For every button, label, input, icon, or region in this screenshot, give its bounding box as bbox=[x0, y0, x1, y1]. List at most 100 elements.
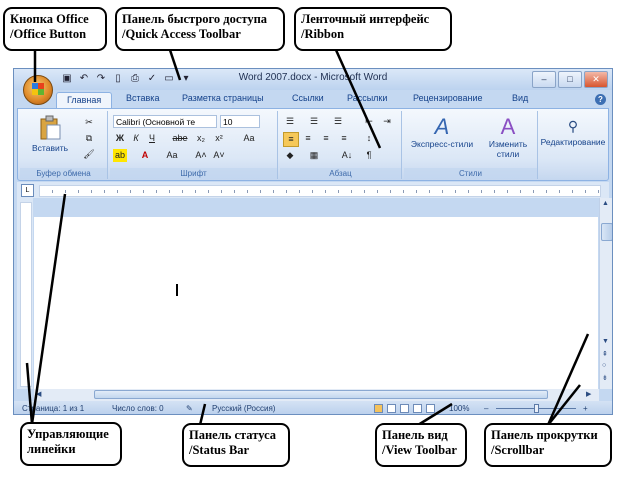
grow-font-button[interactable]: A˄ bbox=[194, 149, 208, 162]
callout-status-bar-line-1: Панель статуса bbox=[189, 428, 277, 442]
ribbon: Вставить ✂ ⧉ 🖌 Буфер обмена Calibri (Осн… bbox=[17, 108, 609, 181]
window-title: Word 2007.docx - Microsoft Word bbox=[238, 72, 388, 83]
change-styles-label-1: Изменить bbox=[488, 139, 528, 149]
italic-button[interactable]: К bbox=[129, 132, 143, 145]
tab-page-layout[interactable]: Разметка страницы bbox=[182, 93, 264, 103]
binoculars-icon: ⚲ bbox=[567, 118, 579, 134]
vertical-ruler-scale[interactable] bbox=[20, 202, 32, 387]
styles-group: A Экспресс-стили A Изменить стили Стили bbox=[404, 111, 538, 179]
cut-icon[interactable]: ✂ bbox=[82, 116, 96, 129]
clear-format-button[interactable]: Aa bbox=[242, 132, 256, 145]
scroll-down-icon[interactable]: ▼ bbox=[602, 338, 609, 345]
zoom-level[interactable]: 100% bbox=[449, 404, 469, 413]
next-page-icon[interactable]: ⇟ bbox=[602, 374, 608, 382]
tab-view[interactable]: Вид bbox=[512, 93, 528, 103]
office-logo-icon bbox=[32, 83, 44, 95]
maximize-button[interactable]: □ bbox=[558, 71, 582, 88]
font-color-icon[interactable]: A bbox=[138, 149, 152, 162]
change-styles-icon: A bbox=[500, 114, 516, 139]
multilevel-list-icon[interactable]: ☰ bbox=[331, 115, 345, 128]
browse-object-icon[interactable]: ○ bbox=[602, 362, 606, 369]
callout-quick-access: Панель быстрого доступа /Quick Access To… bbox=[115, 7, 285, 51]
decrease-indent-icon[interactable]: ⇤ bbox=[362, 115, 376, 128]
borders-icon[interactable]: ▦ bbox=[307, 149, 321, 162]
change-case-button[interactable]: Aa bbox=[165, 149, 179, 162]
word-count[interactable]: Число слов: 0 bbox=[112, 404, 164, 413]
print-layout-view-icon[interactable] bbox=[374, 404, 383, 413]
align-right-icon[interactable]: ≡ bbox=[319, 132, 333, 145]
shrink-font-button[interactable]: A˅ bbox=[212, 149, 226, 162]
callout-ribbon-line-2: /Ribbon bbox=[301, 27, 345, 41]
callout-scrollbar-line-2: /Scrollbar bbox=[491, 443, 545, 457]
sort-button[interactable]: A↓ bbox=[340, 149, 354, 162]
increase-indent-icon[interactable]: ⇥ bbox=[380, 115, 394, 128]
callout-view-toolbar: Панель вид /View Toolbar bbox=[375, 423, 467, 467]
subscript-button[interactable]: x₂ bbox=[194, 132, 208, 145]
bold-button[interactable]: Ж bbox=[113, 132, 127, 145]
horizontal-scroll-thumb[interactable] bbox=[94, 390, 548, 399]
callout-scrollbar-line-1: Панель прокрутки bbox=[491, 428, 598, 442]
scroll-right-icon[interactable]: ▶ bbox=[586, 390, 591, 398]
tab-selector[interactable]: L bbox=[21, 184, 34, 197]
draft-view-icon[interactable] bbox=[426, 404, 435, 413]
superscript-button[interactable]: x² bbox=[212, 132, 226, 145]
paragraph-group-label: Абзац bbox=[280, 168, 401, 179]
bullets-icon[interactable]: ☰ bbox=[283, 115, 297, 128]
align-left-icon[interactable]: ≡ bbox=[283, 132, 299, 147]
document-page[interactable] bbox=[34, 217, 598, 389]
callout-rulers-line-2: линейки bbox=[27, 442, 76, 456]
tab-insert[interactable]: Вставка bbox=[126, 93, 159, 103]
format-painter-icon[interactable]: 🖌 bbox=[82, 148, 96, 161]
font-name-select[interactable]: Calibri (Основной те bbox=[113, 115, 217, 128]
web-layout-view-icon[interactable] bbox=[400, 404, 409, 413]
numbering-icon[interactable]: ☰ bbox=[307, 115, 321, 128]
editing-label: Редактирование bbox=[540, 137, 606, 147]
align-center-icon[interactable]: ≡ bbox=[301, 132, 315, 145]
page-count[interactable]: Страница: 1 из 1 bbox=[22, 404, 84, 413]
text-cursor bbox=[176, 284, 178, 296]
help-icon[interactable]: ? bbox=[595, 94, 606, 105]
underline-button[interactable]: Ч bbox=[145, 132, 159, 145]
vertical-ruler[interactable] bbox=[17, 198, 33, 389]
paragraph-group: ☰ ☰ ☰ ⇤ ⇥ ≡ ≡ ≡ ≡ ↕ ◆ ▦ A↓ ¶ Абзац bbox=[280, 111, 402, 179]
line-spacing-icon[interactable]: ↕ bbox=[362, 132, 376, 145]
editing-button[interactable]: ⚲ Редактирование bbox=[540, 115, 606, 147]
zoom-in-button[interactable]: + bbox=[583, 404, 588, 413]
tab-home[interactable]: Главная bbox=[56, 92, 113, 109]
zoom-out-button[interactable]: – bbox=[484, 404, 488, 413]
highlight-icon[interactable]: ab bbox=[113, 149, 127, 162]
callout-quick-access-line-1: Панель быстрого доступа bbox=[122, 12, 268, 26]
office-button[interactable] bbox=[23, 75, 53, 105]
callout-view-toolbar-line-2: /View Toolbar bbox=[382, 443, 457, 457]
callout-view-toolbar-line-1: Панель вид bbox=[382, 428, 448, 442]
horizontal-ruler[interactable]: L bbox=[17, 182, 609, 198]
tab-references[interactable]: Ссылки bbox=[292, 93, 324, 103]
strikethrough-button[interactable]: abe bbox=[170, 132, 190, 145]
proofing-icon[interactable]: ✎ bbox=[186, 404, 193, 413]
minimize-button[interactable]: – bbox=[532, 71, 556, 88]
close-button[interactable]: ✕ bbox=[584, 71, 608, 88]
prev-page-icon[interactable]: ⇞ bbox=[602, 350, 608, 358]
outline-view-icon[interactable] bbox=[413, 404, 422, 413]
copy-icon[interactable]: ⧉ bbox=[82, 132, 96, 145]
horizontal-scrollbar[interactable]: ◀ ▶ bbox=[34, 389, 599, 401]
paste-button[interactable]: Вставить bbox=[32, 115, 68, 153]
scroll-left-icon[interactable]: ◀ bbox=[36, 390, 41, 398]
quick-styles-button[interactable]: A Экспресс-стили bbox=[408, 115, 476, 150]
scroll-up-icon[interactable]: ▲ bbox=[602, 200, 609, 207]
shading-icon[interactable]: ◆ bbox=[283, 149, 297, 162]
font-size-select[interactable]: 10 bbox=[220, 115, 260, 128]
vertical-scrollbar[interactable]: ▲ ▼ ⇞ ○ ⇟ bbox=[599, 198, 612, 389]
title-bar: ▣ ↶ ↷ ▯ ⎙ ✓ ▭ ▾ Word 2007.docx - Microso… bbox=[14, 69, 612, 90]
full-screen-view-icon[interactable] bbox=[387, 404, 396, 413]
vertical-scroll-thumb[interactable] bbox=[601, 223, 612, 241]
change-styles-button[interactable]: A Изменить стили bbox=[482, 114, 534, 160]
justify-icon[interactable]: ≡ bbox=[337, 132, 351, 145]
show-marks-button[interactable]: ¶ bbox=[362, 149, 376, 162]
tab-mailings[interactable]: Рассылки bbox=[347, 93, 387, 103]
word-window: ▣ ↶ ↷ ▯ ⎙ ✓ ▭ ▾ Word 2007.docx - Microso… bbox=[13, 68, 613, 415]
tab-review[interactable]: Рецензирование bbox=[413, 93, 483, 103]
zoom-slider-knob[interactable] bbox=[534, 404, 539, 413]
language[interactable]: Русский (Россия) bbox=[212, 404, 275, 413]
horizontal-ruler-scale[interactable] bbox=[39, 185, 601, 197]
